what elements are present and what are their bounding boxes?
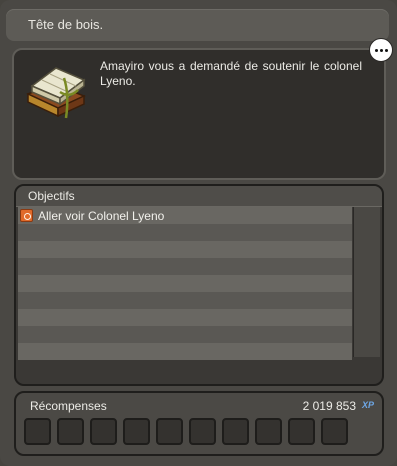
reward-slots — [24, 418, 348, 445]
xp-amount: 2 019 853 — [302, 399, 356, 413]
objective-label: Aller voir Colonel Lyeno — [38, 209, 165, 223]
rewards-title: Récompenses — [30, 399, 107, 413]
ellipsis-icon — [374, 48, 388, 52]
objectives-header: Objectifs — [16, 186, 382, 207]
list-row-empty — [18, 343, 352, 360]
objectives-list: Aller voir Colonel Lyeno — [18, 207, 352, 360]
reward-slot[interactable] — [255, 418, 282, 445]
list-row-empty — [18, 309, 352, 326]
objectives-scrollbar[interactable] — [353, 207, 380, 357]
reward-slot[interactable] — [189, 418, 216, 445]
quest-options-button[interactable] — [369, 38, 393, 62]
objectives-title: Objectifs — [28, 189, 75, 203]
list-row-empty — [18, 326, 352, 343]
reward-slot[interactable] — [222, 418, 249, 445]
list-row-empty — [18, 275, 352, 292]
objectives-panel: Objectifs Aller voir Colonel Lyeno — [14, 184, 384, 386]
objective-row[interactable]: Aller voir Colonel Lyeno — [18, 207, 352, 224]
quest-panel: Tête de bois. Amayiro vous a demandé de … — [0, 0, 397, 466]
reward-slot[interactable] — [24, 418, 51, 445]
rewards-panel: Récompenses 2 019 853 XP — [14, 391, 384, 456]
objective-target-icon — [20, 209, 33, 222]
list-row-empty — [18, 258, 352, 275]
quest-title: Tête de bois. — [28, 17, 104, 32]
quest-book-icon — [26, 67, 86, 119]
quest-description: Amayiro vous a demandé de soutenir le co… — [100, 59, 362, 88]
list-row-empty — [18, 292, 352, 309]
reward-slot[interactable] — [123, 418, 150, 445]
reward-slot[interactable] — [288, 418, 315, 445]
reward-slot[interactable] — [90, 418, 117, 445]
quest-title-bar: Tête de bois. — [6, 9, 389, 41]
xp-label: XP — [361, 400, 374, 410]
list-row-empty — [18, 224, 352, 241]
reward-slot[interactable] — [156, 418, 183, 445]
quest-description-box: Amayiro vous a demandé de soutenir le co… — [12, 48, 386, 180]
reward-slot[interactable] — [321, 418, 348, 445]
reward-slot[interactable] — [57, 418, 84, 445]
list-row-empty — [18, 241, 352, 258]
